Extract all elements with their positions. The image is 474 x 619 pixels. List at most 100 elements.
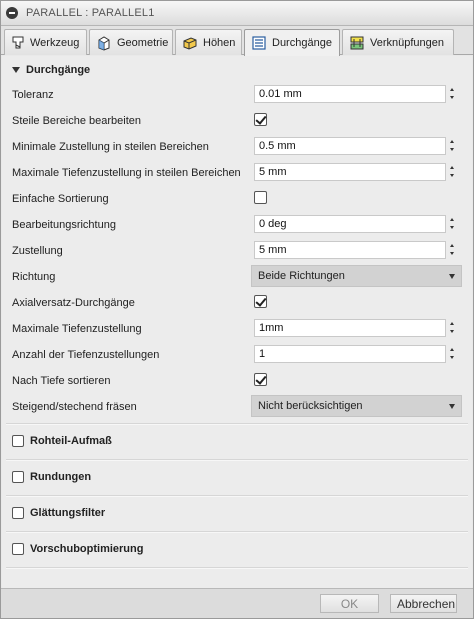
spin-down-icon[interactable] xyxy=(450,226,454,229)
title-bar: PARALLEL : PARALLEL1 xyxy=(1,1,473,26)
field-label: Einfache Sortierung xyxy=(12,193,109,205)
section-durchgaenge-header[interactable]: Durchgänge xyxy=(12,62,90,78)
tab-label: Werkzeug xyxy=(30,36,80,49)
section-title: Durchgänge xyxy=(26,64,91,76)
divider xyxy=(6,459,468,461)
parallel-dialog: PARALLEL : PARALLEL1 Werkzeug Geometrie … xyxy=(0,0,474,619)
section-rundungen[interactable]: Rundungen xyxy=(12,469,91,485)
minimize-icon[interactable] xyxy=(6,7,18,19)
section-glaettungsfilter[interactable]: Glättungsfilter xyxy=(12,505,105,521)
select-value: Nicht berücksichtigen xyxy=(258,400,363,412)
field-label: Maximale Tiefenzustellung in steilen Ber… xyxy=(12,167,241,179)
field-label: Zustellung xyxy=(12,245,63,257)
tab-label: Verknüpfungen xyxy=(370,36,445,49)
row-steigend-stechend: Steigend/stechend fräsen Nicht berücksic… xyxy=(2,395,472,417)
tab-label: Durchgänge xyxy=(272,37,332,49)
row-nach-tiefe-sortieren: Nach Tiefe sortieren xyxy=(2,371,472,391)
field-label: Minimale Zustellung in steilen Bereichen xyxy=(12,141,209,153)
row-steile-bereiche: Steile Bereiche bearbeiten xyxy=(2,111,472,131)
section-label: Glättungsfilter xyxy=(30,507,106,519)
row-toleranz: Toleranz 0.01 mm xyxy=(2,85,472,105)
heights-icon xyxy=(183,36,197,50)
max-tiefenzustellung-steil-spinner[interactable] xyxy=(448,163,458,181)
zustellung-spinner[interactable] xyxy=(448,241,458,259)
field-label: Toleranz xyxy=(12,89,54,101)
row-bearbeitungsrichtung: Bearbeitungsrichtung 0 deg xyxy=(2,215,472,235)
section-rohteil-aufmass[interactable]: Rohteil-Aufmaß xyxy=(12,433,112,449)
field-label: Bearbeitungsrichtung xyxy=(12,219,116,231)
divider xyxy=(6,495,468,497)
linking-icon xyxy=(350,36,364,49)
nach-tiefe-sortieren-checkbox[interactable] xyxy=(254,373,267,386)
select-value: Beide Richtungen xyxy=(258,270,345,282)
spin-up-icon[interactable] xyxy=(450,348,454,351)
divider xyxy=(6,531,468,533)
minimale-zustellung-input[interactable]: 0.5 mm xyxy=(254,137,446,155)
max-tiefenzustellung-spinner[interactable] xyxy=(448,319,458,337)
max-tiefenzustellung-steil-input[interactable]: 5 mm xyxy=(254,163,446,181)
passes-icon xyxy=(252,36,266,50)
anzahl-tiefenzustellungen-spinner[interactable] xyxy=(448,345,458,363)
field-label: Axialversatz-Durchgänge xyxy=(12,297,135,309)
spin-down-icon[interactable] xyxy=(450,96,454,99)
field-label: Richtung xyxy=(12,271,56,283)
vorschuboptimierung-checkbox[interactable] xyxy=(12,543,24,555)
ok-button[interactable]: OK xyxy=(320,594,379,613)
bearbeitungsrichtung-input[interactable]: 0 deg xyxy=(254,215,446,233)
spin-up-icon[interactable] xyxy=(450,322,454,325)
steigend-stechend-select[interactable]: Nicht berücksichtigen xyxy=(251,395,462,417)
tab-verknuepfungen[interactable]: Verknüpfungen xyxy=(342,29,454,55)
anzahl-tiefenzustellungen-input[interactable]: 1 xyxy=(254,345,446,363)
spin-down-icon[interactable] xyxy=(450,148,454,151)
richtung-select[interactable]: Beide Richtungen xyxy=(251,265,462,287)
spin-up-icon[interactable] xyxy=(450,244,454,247)
rohteil-aufmass-checkbox[interactable] xyxy=(12,435,24,447)
spin-up-icon[interactable] xyxy=(450,140,454,143)
spin-down-icon[interactable] xyxy=(450,356,454,359)
tool-icon xyxy=(12,36,24,48)
einfache-sortierung-checkbox[interactable] xyxy=(254,191,267,204)
row-zustellung: Zustellung 5 mm xyxy=(2,241,472,261)
row-anzahl-tiefenzustellungen: Anzahl der Tiefenzustellungen 1 xyxy=(2,345,472,365)
tab-bar: Werkzeug Geometrie Höhen Durchgänge Verk… xyxy=(1,26,473,56)
tab-label: Höhen xyxy=(203,36,236,49)
dialog-title: PARALLEL : PARALLEL1 xyxy=(26,7,155,19)
section-label: Vorschuboptimierung xyxy=(30,543,144,555)
spin-up-icon[interactable] xyxy=(450,166,454,169)
divider xyxy=(6,423,468,425)
toleranz-spinner[interactable] xyxy=(448,85,458,103)
section-label: Rundungen xyxy=(30,471,92,483)
tab-label: Geometrie xyxy=(117,36,169,49)
row-axialversatz: Axialversatz-Durchgänge xyxy=(2,293,472,313)
bearbeitungsrichtung-spinner[interactable] xyxy=(448,215,458,233)
geometry-icon xyxy=(98,35,110,51)
section-vorschuboptimierung[interactable]: Vorschuboptimierung xyxy=(12,541,143,557)
toleranz-input[interactable]: 0.01 mm xyxy=(254,85,446,103)
glaettungsfilter-checkbox[interactable] xyxy=(12,507,24,519)
field-label: Nach Tiefe sortieren xyxy=(12,375,111,387)
spin-down-icon[interactable] xyxy=(450,174,454,177)
chevron-down-icon xyxy=(449,274,455,279)
spin-up-icon[interactable] xyxy=(450,88,454,91)
steile-bereiche-checkbox[interactable] xyxy=(254,113,267,126)
max-tiefenzustellung-input[interactable]: 1mm xyxy=(254,319,446,337)
tab-content: Durchgänge Toleranz 0.01 mm Steile Berei… xyxy=(2,56,472,588)
field-label: Maximale Tiefenzustellung xyxy=(12,323,142,335)
section-label: Rohteil-Aufmaß xyxy=(30,435,112,447)
row-minimale-zustellung: Minimale Zustellung in steilen Bereichen… xyxy=(2,137,472,157)
zustellung-input[interactable]: 5 mm xyxy=(254,241,446,259)
field-label: Steile Bereiche bearbeiten xyxy=(12,115,142,127)
tab-werkzeug[interactable]: Werkzeug xyxy=(4,29,87,55)
tab-hoehen[interactable]: Höhen xyxy=(175,29,242,55)
cancel-button[interactable]: Abbrechen xyxy=(390,594,457,613)
divider xyxy=(6,567,468,569)
tab-geometrie[interactable]: Geometrie xyxy=(89,29,173,55)
spin-down-icon[interactable] xyxy=(450,330,454,333)
spin-up-icon[interactable] xyxy=(450,218,454,221)
tab-durchgaenge[interactable]: Durchgänge xyxy=(244,29,340,56)
field-label: Anzahl der Tiefenzustellungen xyxy=(12,349,160,361)
rundungen-checkbox[interactable] xyxy=(12,471,24,483)
axialversatz-checkbox[interactable] xyxy=(254,295,267,308)
minimale-zustellung-spinner[interactable] xyxy=(448,137,458,155)
spin-down-icon[interactable] xyxy=(450,252,454,255)
